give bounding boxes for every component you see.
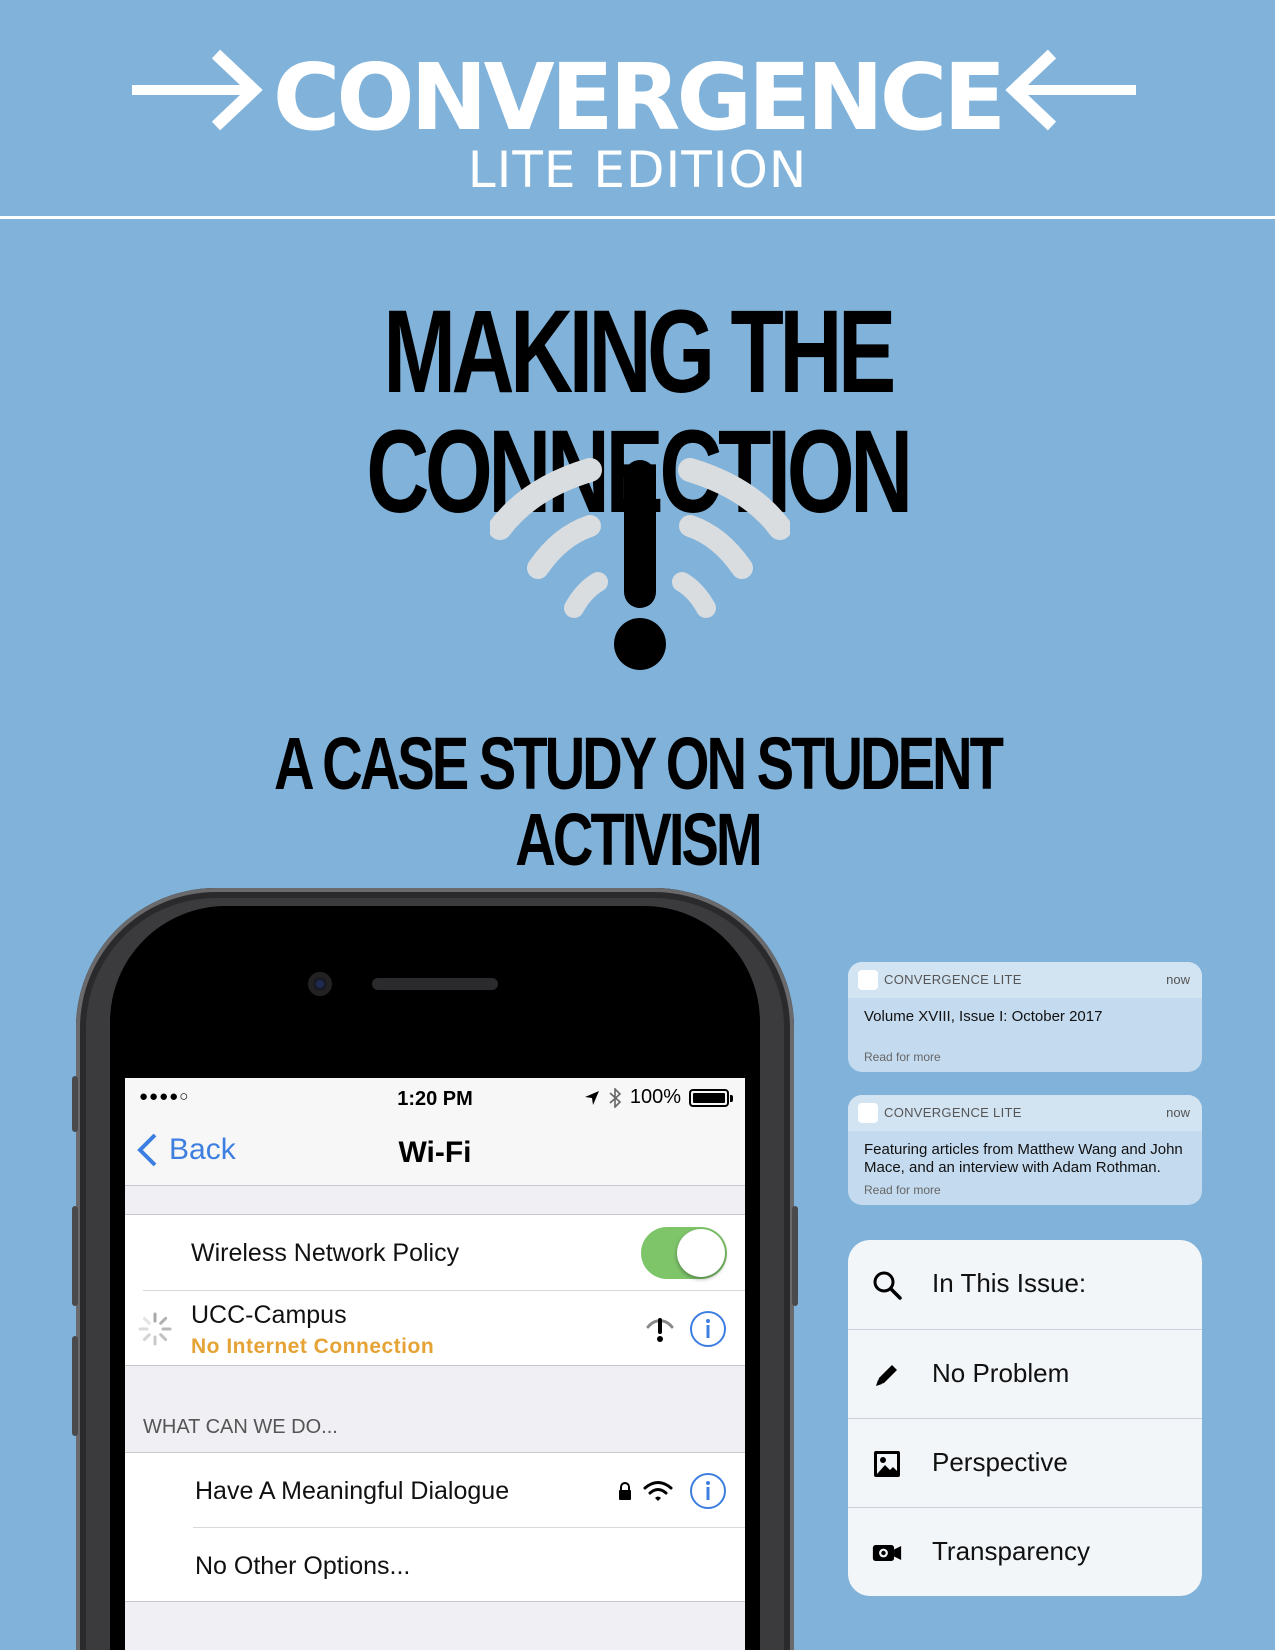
menu-item-label: Perspective bbox=[932, 1447, 1068, 1477]
status-bar: ●●●●○ 1:20 PM 100% bbox=[125, 1078, 745, 1118]
toggle-knob bbox=[677, 1229, 725, 1277]
edition-label: LITE EDITION bbox=[467, 141, 808, 199]
notification-header: CONVERGENCE LITE now bbox=[848, 1095, 1202, 1131]
menu-item-in-this-issue[interactable]: In This Issue: bbox=[848, 1240, 1202, 1329]
option-label: No Other Options... bbox=[195, 1552, 411, 1580]
notification-app: CONVERGENCE LITE bbox=[884, 972, 1022, 987]
app-icon bbox=[858, 970, 878, 990]
phone-volume-down bbox=[72, 1336, 78, 1436]
notification-app: CONVERGENCE LITE bbox=[884, 1105, 1022, 1120]
wifi-warning-icon bbox=[646, 1318, 674, 1342]
arrow-left-icon bbox=[1005, 49, 1136, 131]
menu-item-label: In This Issue: bbox=[932, 1268, 1087, 1298]
policy-row: Wireless Network Policy bbox=[125, 1215, 745, 1291]
network-status: No Internet Connection bbox=[191, 1335, 435, 1358]
navigation-bar: Back Wi-Fi bbox=[125, 1118, 745, 1186]
phone-mute-switch bbox=[72, 1076, 78, 1132]
battery-icon bbox=[689, 1088, 733, 1107]
network-row[interactable]: UCC-Campus No Internet Connection bbox=[125, 1291, 745, 1367]
nav-title: Wi-Fi bbox=[398, 1136, 472, 1169]
location-arrow-icon bbox=[584, 1090, 599, 1105]
bluetooth-icon bbox=[609, 1087, 622, 1108]
masthead-divider bbox=[0, 216, 1275, 219]
image-icon bbox=[874, 1451, 900, 1477]
battery-percent: 100% bbox=[629, 1086, 681, 1108]
menu-item-label: No Problem bbox=[932, 1358, 1070, 1388]
phone-volume-up bbox=[72, 1206, 78, 1306]
quick-actions-menu: In This Issue: No Problem Perspective Tr… bbox=[848, 1240, 1202, 1596]
wifi-exclamation-icon bbox=[490, 458, 790, 670]
menu-item-perspective[interactable]: Perspective bbox=[848, 1419, 1202, 1508]
notification-card[interactable]: CONVERGENCE LITE now Featuring articles … bbox=[848, 1095, 1202, 1205]
notification-time: now bbox=[1166, 1105, 1190, 1120]
status-right: 100% bbox=[584, 1086, 733, 1109]
notification-more: Read for more bbox=[864, 1050, 941, 1064]
lock-icon bbox=[619, 1482, 631, 1500]
notification-time: now bbox=[1166, 972, 1190, 987]
app-icon bbox=[858, 1103, 878, 1123]
network-name: UCC-Campus bbox=[191, 1301, 347, 1329]
masthead: CONVERGENCE LITE EDITION bbox=[0, 0, 1275, 220]
earpiece-speaker bbox=[372, 978, 498, 990]
loading-spinner-icon bbox=[138, 1312, 172, 1346]
option-label: Have A Meaningful Dialogue bbox=[195, 1477, 510, 1505]
wifi-icon bbox=[643, 1481, 673, 1501]
notification-body: Volume XVIII, Issue I: October 2017 bbox=[864, 1008, 1103, 1025]
info-button-icon[interactable] bbox=[689, 1472, 727, 1510]
option-row[interactable]: No Other Options... bbox=[125, 1528, 745, 1604]
notification-body: Featuring articles from Matthew Wang and… bbox=[864, 1141, 1183, 1176]
menu-item-transparency[interactable]: Transparency bbox=[848, 1508, 1202, 1596]
pencil-icon bbox=[876, 1365, 897, 1386]
search-icon bbox=[873, 1271, 902, 1300]
subheadline: A CASE STUDY ON STUDENT ACTIVISM bbox=[274, 722, 1004, 881]
notification-more: Read for more bbox=[864, 1183, 941, 1197]
menu-item-label: Transparency bbox=[932, 1536, 1090, 1566]
section-header: WHAT CAN WE DO... bbox=[143, 1416, 338, 1438]
options-group: Have A Meaningful Dialogue No Other Opti… bbox=[125, 1452, 745, 1602]
notification-card[interactable]: CONVERGENCE LITE now Volume XVIII, Issue… bbox=[848, 962, 1202, 1072]
front-camera bbox=[308, 972, 332, 996]
video-camera-icon bbox=[872, 1545, 902, 1561]
policy-toggle[interactable] bbox=[641, 1227, 727, 1279]
wifi-settings-group: Wireless Network Policy UCC-Campus No In… bbox=[125, 1214, 745, 1366]
notification-header: CONVERGENCE LITE now bbox=[848, 962, 1202, 998]
option-row[interactable]: Have A Meaningful Dialogue bbox=[125, 1453, 745, 1529]
phone-screen: ●●●●○ 1:20 PM 100% Back Wi-Fi Wireless N… bbox=[125, 1078, 745, 1650]
phone-power-button bbox=[792, 1206, 798, 1306]
policy-label: Wireless Network Policy bbox=[191, 1239, 460, 1267]
info-button-icon[interactable] bbox=[689, 1310, 727, 1348]
menu-item-no-problem[interactable]: No Problem bbox=[848, 1330, 1202, 1419]
